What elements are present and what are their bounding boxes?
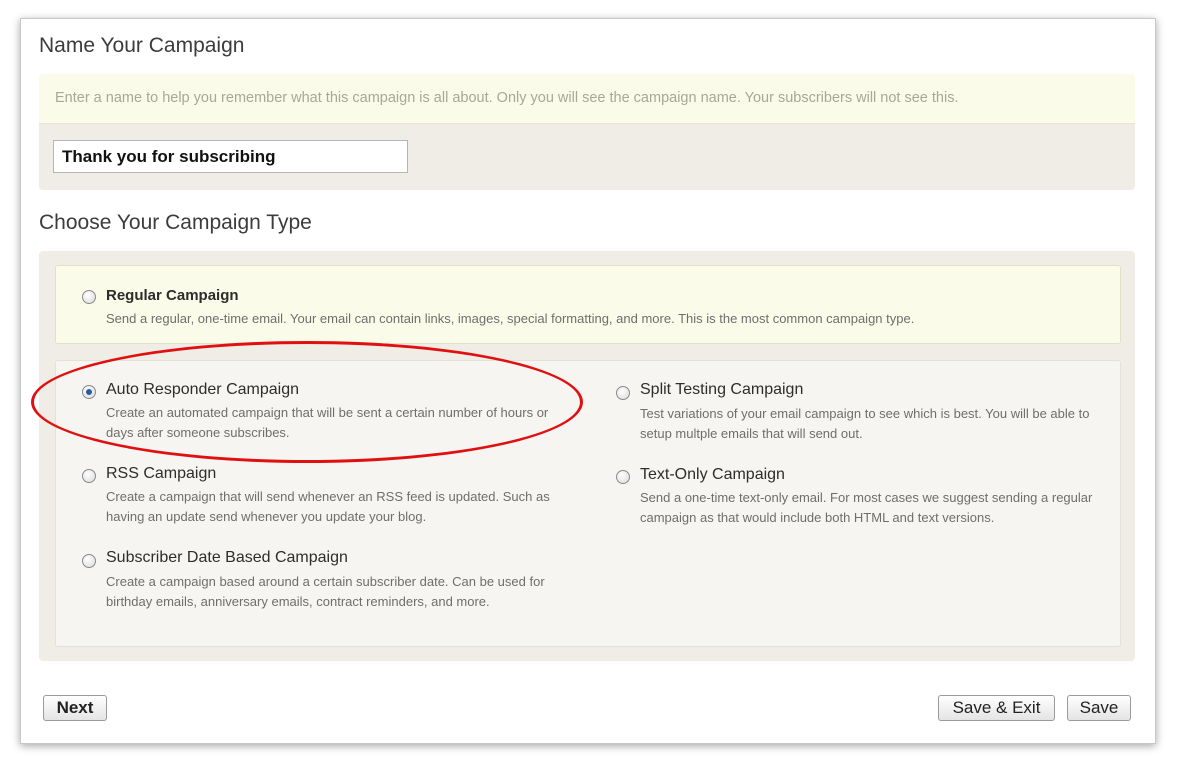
save-button[interactable]: Save: [1067, 695, 1131, 721]
type-section-heading: Choose Your Campaign Type: [39, 211, 312, 234]
regular-campaign-description: Send a regular, one-time email. Your ema…: [106, 311, 915, 326]
next-button[interactable]: Next: [43, 695, 107, 721]
other-campaigns-box: Auto Responder Campaign Create an automa…: [55, 360, 1121, 647]
name-hint: Enter a name to help you remember what t…: [39, 74, 1135, 124]
name-section-heading: Name Your Campaign: [39, 34, 245, 57]
save-exit-button[interactable]: Save & Exit: [938, 695, 1055, 721]
auto-responder-radio[interactable]: [82, 385, 96, 399]
text-only-radio[interactable]: [616, 470, 630, 484]
rss-campaign-title: RSS Campaign: [106, 465, 217, 482]
name-panel: Enter a name to help you remember what t…: [39, 74, 1135, 190]
regular-campaign-title: Regular Campaign: [106, 287, 239, 304]
regular-campaign-box: Regular Campaign Send a regular, one-tim…: [55, 265, 1121, 344]
text-only-description: Send a one-time text-only email. For mos…: [640, 490, 1093, 525]
campaign-type-panel: Regular Campaign Send a regular, one-tim…: [39, 251, 1135, 661]
text-only-title: Text-Only Campaign: [640, 466, 785, 483]
rss-campaign-radio[interactable]: [82, 469, 96, 483]
subscriber-date-description: Create a campaign based around a certain…: [106, 574, 545, 609]
campaign-name-input[interactable]: [53, 140, 408, 173]
regular-campaign-radio[interactable]: [82, 290, 96, 304]
rss-campaign-description: Create a campaign that will send wheneve…: [106, 489, 550, 524]
subscriber-date-radio[interactable]: [82, 554, 96, 568]
campaign-setup-window: Name Your Campaign Enter a name to help …: [20, 18, 1156, 744]
split-testing-title: Split Testing Campaign: [640, 381, 804, 398]
auto-responder-title: Auto Responder Campaign: [106, 381, 300, 398]
split-testing-description: Test variations of your email campaign t…: [640, 406, 1090, 441]
split-testing-radio[interactable]: [616, 386, 630, 400]
subscriber-date-title: Subscriber Date Based Campaign: [106, 549, 348, 566]
auto-responder-description: Create an automated campaign that will b…: [106, 405, 549, 440]
